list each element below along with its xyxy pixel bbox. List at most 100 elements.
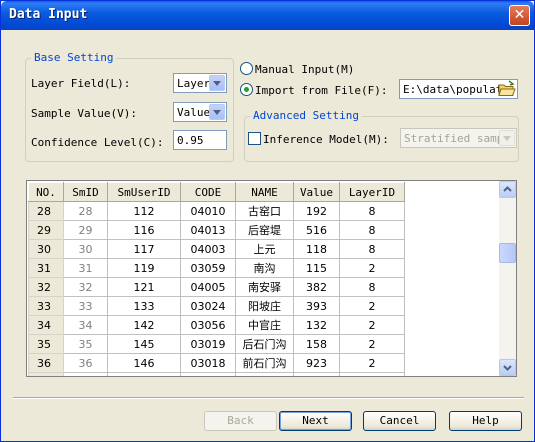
cell-smuserid[interactable]: 121 xyxy=(107,277,181,297)
cell-name[interactable]: 中官庄 xyxy=(235,315,294,335)
col-header-layerid[interactable]: LayerID xyxy=(339,182,405,202)
sample-value-select[interactable]: Value xyxy=(173,102,227,122)
cell-value[interactable]: 501 xyxy=(293,372,340,376)
col-header-name[interactable]: NAME xyxy=(235,182,294,202)
cell-name[interactable]: 南沟 xyxy=(235,258,294,278)
cell-layerid[interactable]: 2 xyxy=(339,372,405,376)
inference-model-select[interactable]: Stratified sampl xyxy=(400,128,517,148)
cell-no[interactable]: 31 xyxy=(28,258,64,278)
cell-code[interactable]: 03020 xyxy=(180,372,236,376)
manual-input-radio[interactable] xyxy=(240,62,253,75)
cell-no[interactable]: 34 xyxy=(28,315,64,335)
col-header-smuserid[interactable]: SmUserID xyxy=(107,182,181,202)
cell-no[interactable]: 36 xyxy=(28,353,64,373)
cell-no[interactable]: 37 xyxy=(28,372,64,376)
table-row[interactable]: 373714703020黄狮坡5012 xyxy=(28,372,405,376)
table-row[interactable]: 36 36 146 03018 前石门沟 923 2 xyxy=(28,353,405,373)
cell-smuserid[interactable]: 147 xyxy=(107,372,181,376)
cell-smuserid[interactable]: 146 xyxy=(107,353,181,373)
col-header-code[interactable]: CODE xyxy=(180,182,236,202)
table-row[interactable]: 30 30 117 04003 上元 118 8 xyxy=(28,239,405,259)
table-row[interactable]: 32 32 121 04005 南安驿 382 8 xyxy=(28,277,405,297)
next-button[interactable]: Next xyxy=(279,411,352,431)
help-button[interactable]: Help xyxy=(449,411,522,431)
cell-code[interactable]: 03024 xyxy=(180,296,236,316)
cell-code[interactable]: 04013 xyxy=(180,220,236,240)
title-bar[interactable]: Data Input ✕ xyxy=(1,1,534,30)
col-header-no[interactable]: NO. xyxy=(28,182,64,202)
cell-value[interactable]: 393 xyxy=(293,296,340,316)
table-row[interactable]: 28 28 112 04010 古窑口 192 8 xyxy=(28,201,405,221)
cell-name[interactable]: 后窑堤 xyxy=(235,220,294,240)
cell-smid[interactable]: 35 xyxy=(63,334,108,354)
cell-code[interactable]: 04010 xyxy=(180,201,236,221)
cell-smid[interactable]: 34 xyxy=(63,315,108,335)
manual-input-label[interactable]: Manual Input(M) xyxy=(255,63,354,76)
col-header-value[interactable]: Value xyxy=(293,182,340,202)
cell-smid[interactable]: 29 xyxy=(63,220,108,240)
chevron-down-icon[interactable] xyxy=(499,130,515,146)
cell-smuserid[interactable]: 145 xyxy=(107,334,181,354)
table-row[interactable]: 31 31 119 03059 南沟 115 2 xyxy=(28,258,405,278)
cell-smid[interactable]: 28 xyxy=(63,201,108,221)
cell-code[interactable]: 03059 xyxy=(180,258,236,278)
cell-name[interactable]: 黄狮坡 xyxy=(235,372,294,376)
cell-smid[interactable]: 31 xyxy=(63,258,108,278)
cell-no[interactable]: 28 xyxy=(28,201,64,221)
cell-value[interactable]: 132 xyxy=(293,315,340,335)
cell-value[interactable]: 382 xyxy=(293,277,340,297)
import-file-label[interactable]: Import from File(F): xyxy=(255,84,387,97)
cell-code[interactable]: 04005 xyxy=(180,277,236,297)
cell-smuserid[interactable]: 119 xyxy=(107,258,181,278)
scroll-down-button[interactable] xyxy=(499,359,516,376)
cell-smid[interactable]: 30 xyxy=(63,239,108,259)
cell-value[interactable]: 192 xyxy=(293,201,340,221)
cell-name[interactable]: 后石门沟 xyxy=(235,334,294,354)
cell-smid[interactable]: 37 xyxy=(63,372,108,376)
folder-open-icon[interactable] xyxy=(498,80,516,98)
cell-name[interactable]: 南安驿 xyxy=(235,277,294,297)
cell-no[interactable]: 32 xyxy=(28,277,64,297)
cell-name[interactable]: 阳坡庄 xyxy=(235,296,294,316)
cell-no[interactable]: 30 xyxy=(28,239,64,259)
cell-layerid[interactable]: 2 xyxy=(339,258,405,278)
cell-smuserid[interactable]: 142 xyxy=(107,315,181,335)
confidence-level-input[interactable]: 0.95 xyxy=(173,130,227,150)
cell-layerid[interactable]: 2 xyxy=(339,353,405,373)
cell-no[interactable]: 33 xyxy=(28,296,64,316)
close-button[interactable]: ✕ xyxy=(509,5,530,26)
cell-smuserid[interactable]: 117 xyxy=(107,239,181,259)
inference-model-label[interactable]: Inference Model(M): xyxy=(263,133,389,146)
table-row[interactable]: 34 34 142 03056 中官庄 132 2 xyxy=(28,315,405,335)
inference-model-checkbox[interactable] xyxy=(248,132,261,145)
cell-layerid[interactable]: 8 xyxy=(339,277,405,297)
cancel-button[interactable]: Cancel xyxy=(363,411,436,431)
cell-code[interactable]: 03019 xyxy=(180,334,236,354)
back-button[interactable]: Back xyxy=(204,411,277,431)
table-row[interactable]: 33 33 133 03024 阳坡庄 393 2 xyxy=(28,296,405,316)
layer-field-select[interactable]: Layer xyxy=(173,73,227,93)
cell-smid[interactable]: 32 xyxy=(63,277,108,297)
table-row[interactable]: 29 29 116 04013 后窑堤 516 8 xyxy=(28,220,405,240)
data-table[interactable]: NO. SmID SmUserID CODE NAME Value LayerI… xyxy=(26,180,517,377)
cell-smuserid[interactable]: 133 xyxy=(107,296,181,316)
cell-layerid[interactable]: 8 xyxy=(339,220,405,240)
scroll-up-button[interactable] xyxy=(499,181,516,198)
cell-value[interactable]: 923 xyxy=(293,353,340,373)
chevron-down-icon[interactable] xyxy=(209,104,225,120)
cell-layerid[interactable]: 8 xyxy=(339,239,405,259)
cell-value[interactable]: 118 xyxy=(293,239,340,259)
cell-smuserid[interactable]: 116 xyxy=(107,220,181,240)
scroll-thumb[interactable] xyxy=(499,243,516,263)
cell-no[interactable]: 35 xyxy=(28,334,64,354)
cell-value[interactable]: 115 xyxy=(293,258,340,278)
cell-name[interactable]: 前石门沟 xyxy=(235,353,294,373)
cell-layerid[interactable]: 2 xyxy=(339,315,405,335)
cell-layerid[interactable]: 8 xyxy=(339,201,405,221)
cell-code[interactable]: 03018 xyxy=(180,353,236,373)
cell-smid[interactable]: 33 xyxy=(63,296,108,316)
cell-value[interactable]: 516 xyxy=(293,220,340,240)
chevron-down-icon[interactable] xyxy=(209,75,225,91)
file-path-input[interactable]: E:\data\populat xyxy=(399,79,518,99)
import-file-radio[interactable] xyxy=(240,83,253,96)
